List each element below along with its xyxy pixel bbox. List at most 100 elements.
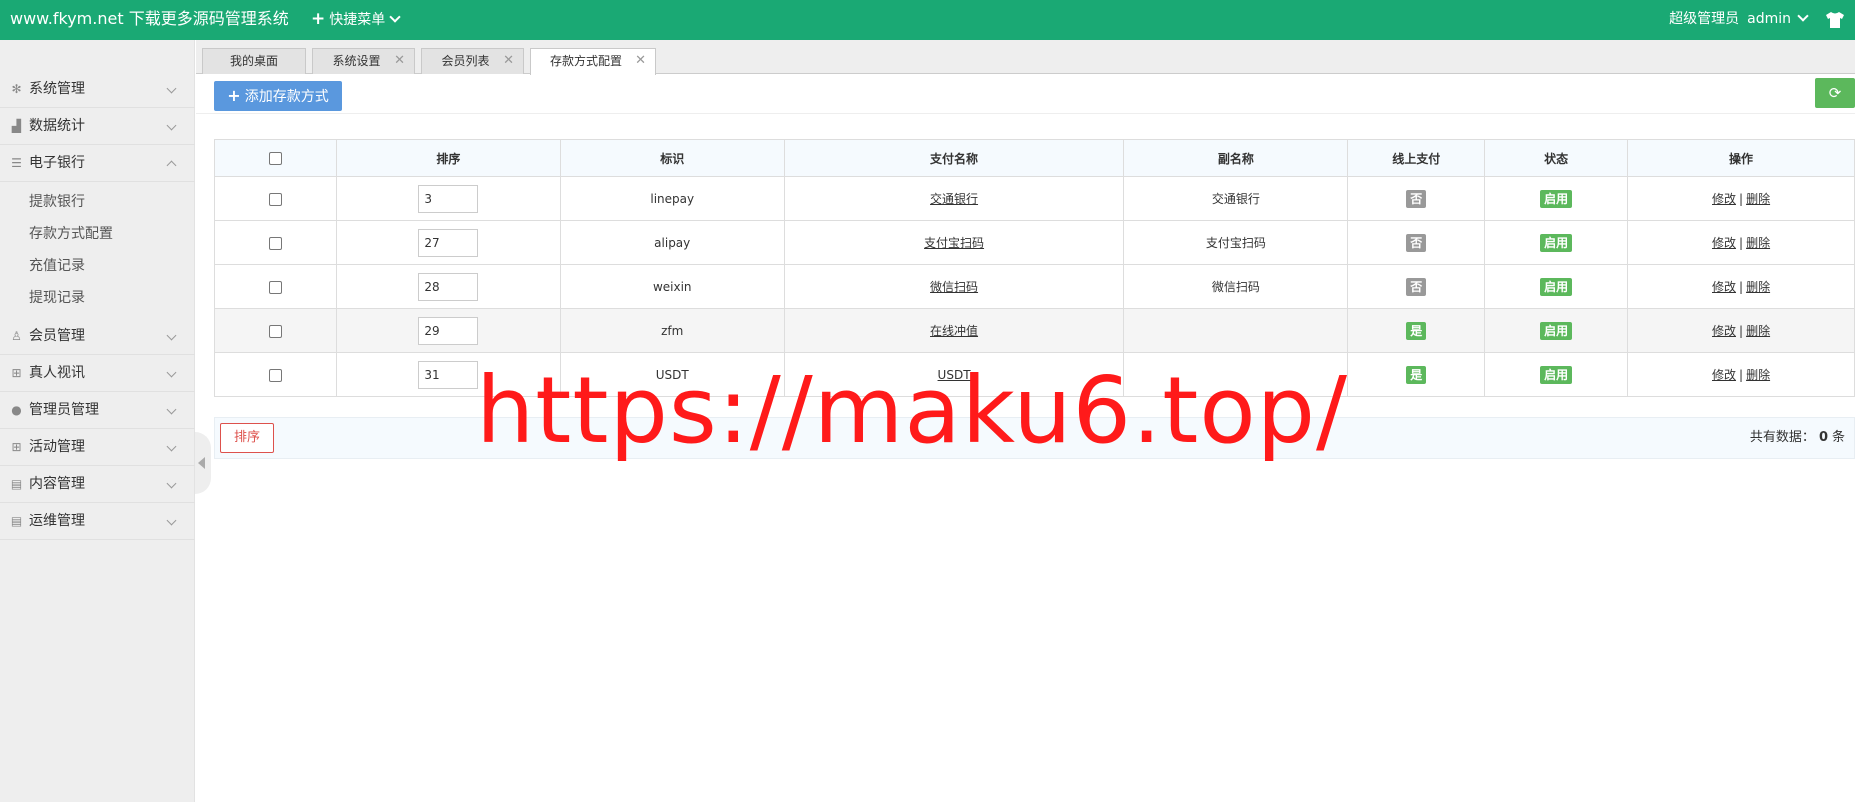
sidebar-item-ebank[interactable]: ☰ 电子银行 (0, 145, 195, 182)
brand-title[interactable]: www.fkym.net 下载更多源码管理系统 (10, 0, 289, 40)
tab-system-settings[interactable]: 系统设置 ✕ (312, 48, 415, 74)
payment-name-link[interactable]: 微信扫码 (930, 280, 978, 294)
close-icon[interactable]: ✕ (394, 49, 405, 73)
delete-link[interactable]: 删除 (1746, 236, 1770, 250)
table-row: 3 linepay 交通银行 交通银行 否 启用 修改 | 删除 (214, 176, 1855, 221)
chevron-up-icon (166, 160, 177, 171)
code-cell: weixin (559, 264, 785, 309)
sort-cell: 27 (335, 220, 561, 265)
delete-link[interactable]: 删除 (1746, 368, 1770, 382)
table-header-row: 排序 标识 支付名称 副名称 线上支付 状态 操作 (214, 139, 1855, 177)
name-cell: 支付宝扫码 (783, 220, 1125, 265)
delete-link[interactable]: 删除 (1746, 324, 1770, 338)
sidebar-item-activities[interactable]: ⊞ 活动管理 (0, 429, 195, 466)
sidebar-subitem-recharge-records[interactable]: 充值记录 (29, 250, 85, 282)
sidebar-item-stats[interactable]: ▟ 数据统计 (0, 108, 195, 145)
edit-link[interactable]: 修改 (1712, 236, 1736, 250)
column-header: 标识 (559, 139, 785, 177)
online-badge: 否 (1406, 233, 1427, 252)
sidebar-item-ops[interactable]: ▤ 运维管理 (0, 503, 195, 540)
row-checkbox[interactable] (268, 280, 282, 294)
actions-cell: 修改 | 删除 (1627, 308, 1855, 353)
alias-cell: 交通银行 (1123, 176, 1349, 221)
column-header: 副名称 (1123, 139, 1349, 177)
alias-cell: 支付宝扫码 (1123, 220, 1349, 265)
delete-link[interactable]: 删除 (1746, 192, 1770, 206)
edit-link[interactable]: 修改 (1712, 280, 1736, 294)
payment-name-link[interactable]: 在线冲值 (930, 324, 978, 338)
status-cell: 启用 (1484, 176, 1629, 221)
tab-label: 我的桌面 (229, 54, 278, 68)
sidebar-item-label: 真人视讯 (29, 365, 85, 381)
sort-input[interactable]: 29 (418, 316, 479, 345)
tab-my-desktop[interactable]: 我的桌面 (202, 48, 306, 74)
sort-input[interactable]: 28 (418, 272, 479, 301)
sidebar-item-label: 管理员管理 (29, 402, 99, 418)
code-cell: alipay (559, 220, 785, 265)
online-cell: 否 (1347, 220, 1486, 265)
code-cell: zfm (559, 308, 785, 353)
chevron-down-icon (166, 83, 177, 94)
tab-member-list[interactable]: 会员列表 ✕ (421, 48, 524, 74)
sort-input[interactable]: 27 (418, 228, 479, 257)
sidebar-item-label: 内容管理 (29, 476, 85, 492)
payment-name-link[interactable]: 交通银行 (930, 192, 978, 206)
tab-bar: 我的桌面 系统设置 ✕ 会员列表 ✕ 存款方式配置 ✕ (196, 40, 1855, 75)
tab-deposit-config[interactable]: 存款方式配置 ✕ (530, 48, 656, 75)
sort-input[interactable]: 31 (418, 360, 479, 389)
close-icon[interactable]: ✕ (503, 49, 514, 73)
chevron-down-icon (166, 367, 177, 378)
total-count: 共有数据： 0 条 (1750, 424, 1845, 452)
refresh-button[interactable]: ⟳ (1815, 78, 1855, 108)
alias-cell (1123, 308, 1349, 353)
quick-menu-button[interactable]: + 快捷菜单 (311, 0, 401, 40)
tab-label: 系统设置 (332, 54, 381, 68)
sort-button[interactable]: 排序 (220, 423, 274, 453)
user-menu[interactable]: 超级管理员 admin (1669, 0, 1809, 40)
sidebar-item-content[interactable]: ▤ 内容管理 (0, 466, 195, 503)
name-cell: 交通银行 (783, 176, 1125, 221)
row-checkbox[interactable] (268, 192, 282, 206)
row-select-cell (214, 176, 337, 221)
total-number: 0 (1818, 430, 1828, 445)
chevron-down-icon (389, 11, 401, 23)
column-header: 线上支付 (1347, 139, 1486, 177)
row-checkbox[interactable] (268, 236, 282, 250)
sidebar-collapse-handle[interactable] (195, 432, 211, 494)
sidebar-subitem-withdraw-records[interactable]: 提现记录 (29, 282, 85, 314)
column-header: 状态 (1484, 139, 1629, 177)
total-prefix: 共有数据： (1749, 430, 1815, 445)
gift-icon: ⊞ (11, 366, 22, 380)
sidebar: ✻ 系统管理 ▟ 数据统计 ☰ 电子银行 提款银行 存款方式配置 充值记录 提现… (0, 40, 195, 802)
add-deposit-method-button[interactable]: + 添加存款方式 (214, 81, 342, 111)
sort-input[interactable]: 3 (418, 184, 479, 213)
select-all-cell (214, 139, 337, 177)
row-select-cell (214, 308, 337, 353)
document-icon: ▤ (10, 514, 23, 528)
row-checkbox[interactable] (268, 324, 282, 338)
chevron-down-icon (166, 330, 177, 341)
edit-link[interactable]: 修改 (1712, 192, 1736, 206)
status-badge: 启用 (1540, 189, 1573, 208)
plus-icon: + (227, 86, 241, 105)
payment-name-link[interactable]: 支付宝扫码 (924, 236, 984, 250)
row-checkbox[interactable] (268, 368, 282, 382)
edit-link[interactable]: 修改 (1712, 368, 1736, 382)
select-all-checkbox[interactable] (268, 152, 282, 165)
delete-link[interactable]: 删除 (1746, 280, 1770, 294)
sidebar-item-live-video[interactable]: ⊞ 真人视讯 (0, 355, 195, 392)
skin-icon[interactable] (1825, 11, 1845, 29)
sidebar-item-admins[interactable]: ● 管理员管理 (0, 392, 195, 429)
sidebar-subitem-deposit-config[interactable]: 存款方式配置 (29, 218, 113, 250)
online-badge: 否 (1406, 189, 1427, 208)
tab-label: 存款方式配置 (549, 54, 622, 68)
sidebar-item-members[interactable]: ♙ 会员管理 (0, 318, 195, 355)
sidebar-item-system[interactable]: ✻ 系统管理 (0, 71, 195, 108)
sidebar-subitem-withdraw-bank[interactable]: 提款银行 (29, 186, 85, 218)
row-select-cell (214, 264, 337, 309)
column-header[interactable]: 排序 (335, 139, 561, 177)
edit-link[interactable]: 修改 (1712, 324, 1736, 338)
quick-menu-label: 快捷菜单 (329, 12, 386, 28)
close-icon[interactable]: ✕ (635, 49, 646, 73)
sort-cell: 28 (335, 264, 561, 309)
